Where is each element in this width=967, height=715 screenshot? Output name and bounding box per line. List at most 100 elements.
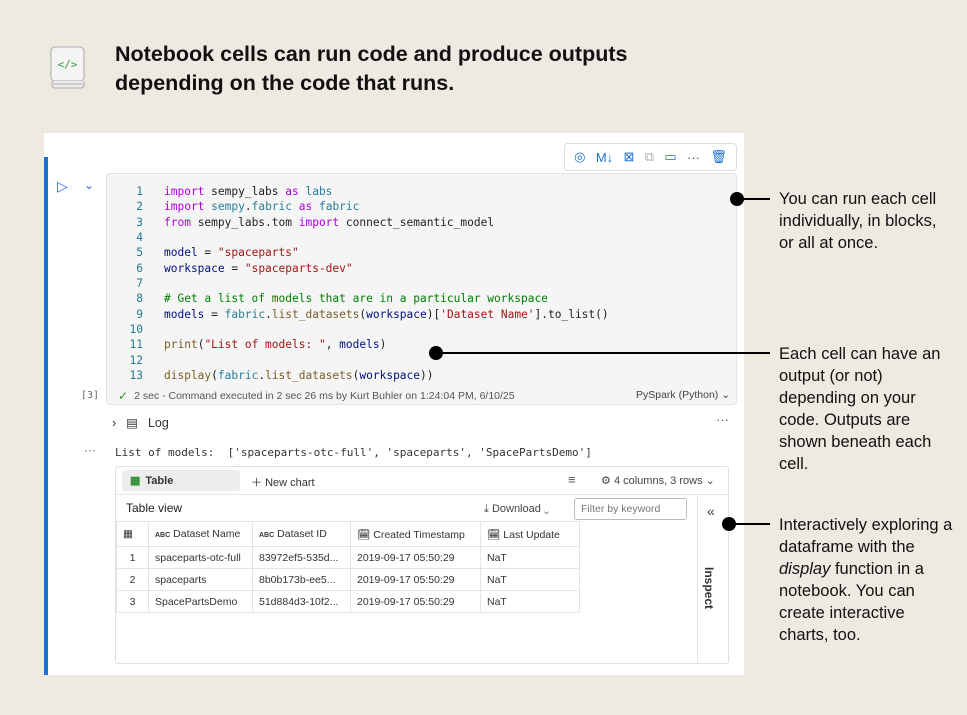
datetime-type-icon: 🗓	[357, 528, 371, 541]
code-token: as	[285, 185, 306, 198]
code-token: fabric	[318, 200, 360, 214]
code-line[interactable]: 9 models = fabric. list_datasets(workspace…	[107, 307, 609, 322]
row-index: 3	[116, 590, 149, 613]
grid-icon: ▦	[123, 528, 133, 540]
copilot-icon[interactable]: ◎	[574, 149, 585, 165]
tab-table-label: Table	[145, 474, 174, 487]
code-line[interactable]: 11 print("List of models: ", models)	[107, 337, 609, 352]
code-token: =	[204, 307, 225, 321]
line-number: 7	[136, 277, 143, 291]
column-header[interactable]: 🗓 Last Update	[480, 521, 580, 547]
output-more-icon[interactable]: ···	[84, 443, 96, 457]
code-line[interactable]: 8 # Get a list of models that are in a pa…	[107, 291, 609, 306]
code-line[interactable]: 1 import sempy_labs as labs	[107, 184, 609, 199]
double-chevron-left-icon[interactable]: «	[707, 503, 715, 519]
chevron-down-icon[interactable]: ⌄	[84, 178, 94, 192]
code-token: (	[211, 369, 218, 383]
download-button[interactable]: ⤓ Download ⌄	[484, 503, 549, 516]
code-token: ].to_list()	[534, 307, 609, 321]
annotation-outputs: Each cell can have an output (or not) de…	[779, 345, 941, 473]
table-icon: ▦	[130, 475, 141, 487]
annotation-line	[436, 352, 770, 354]
line-number: 12	[129, 353, 143, 367]
code-token: import	[298, 215, 346, 229]
log-label: Log	[147, 415, 169, 430]
language-selector[interactable]: PySpark (Python) ⌄	[636, 389, 730, 401]
tab-table[interactable]: ▦ Table	[122, 470, 240, 491]
code-token: fabric	[251, 200, 299, 214]
code-token: sempy_labs	[211, 185, 286, 198]
column-header[interactable]: 🗓 Created Timestamp	[350, 521, 481, 547]
row-index: 1	[116, 546, 149, 569]
code-token: models	[164, 307, 205, 321]
table-row[interactable]: 1 spaceparts-otc-full 83972ef5-535d... 2019…	[116, 546, 580, 569]
line-number: 11	[129, 338, 143, 352]
table-cell: SpacePartsDemo	[148, 590, 253, 613]
line-number: 10	[129, 323, 143, 337]
code-token: labs	[305, 185, 333, 198]
more-icon[interactable]: ···	[716, 412, 729, 427]
clear-output-icon[interactable]: ⊠	[624, 149, 635, 165]
comment-icon[interactable]: ▭	[664, 149, 676, 165]
line-number: 9	[136, 307, 143, 321]
delete-icon[interactable]: 🗑	[710, 149, 727, 165]
code-line[interactable]: 13 display(fabric. list_datasets(workspace…	[107, 368, 609, 383]
language-label: PySpark (Python)	[636, 389, 719, 401]
code-line[interactable]: 7	[107, 276, 609, 291]
code-line[interactable]: 12	[107, 353, 609, 368]
code-token: fabric	[217, 369, 259, 383]
code-line[interactable]: 2 import sempy. fabric as fabric	[107, 199, 609, 214]
code-line[interactable]: 10	[107, 322, 609, 337]
code-token: display	[164, 369, 212, 383]
text-type-icon: ABC	[259, 532, 275, 539]
table-cell: 83972ef5-535d...	[252, 546, 351, 569]
code-token: )	[379, 338, 387, 352]
columns-rows-settings[interactable]: ⚙ 4 columns, 3 rows ⌄	[601, 474, 715, 487]
code-token: ,	[325, 338, 340, 352]
datetime-type-icon: 🗓	[487, 528, 501, 541]
code-token: workspace	[164, 261, 225, 275]
status-text: 2 sec - Command executed in 2 sec 26 ms …	[134, 390, 515, 402]
table-cell: 8b0b173b-ee5...	[252, 568, 351, 591]
column-header[interactable]: ABC Dataset Name	[148, 521, 253, 547]
code-token: "List of models: "	[204, 338, 326, 352]
code-line[interactable]: 3 from sempy_labs.tom import connect_sema…	[107, 215, 609, 230]
code-token: workspace	[359, 369, 421, 383]
markdown-icon[interactable]: M↓	[596, 150, 613, 165]
code-token: (	[352, 369, 360, 383]
code-token: model	[164, 246, 198, 260]
code-line[interactable]: 5 model = "spaceparts"	[107, 245, 609, 260]
code-line[interactable]: 4	[107, 230, 609, 245]
copy-icon[interactable]: ⧉	[645, 149, 654, 165]
code-token: 'Dataset Name'	[440, 307, 535, 321]
table-cell: spaceparts-otc-full	[148, 546, 253, 569]
table-view-title: Table view	[126, 501, 183, 515]
table-cell: NaT	[480, 590, 580, 613]
table-row[interactable]: 3 SpacePartsDemo 51d884d3-10f2... 2019-09-1…	[116, 590, 580, 613]
code-token: sempy_labs.tom	[197, 215, 299, 229]
chevron-right-icon: ›	[112, 415, 117, 430]
annotation-run-cells: You can run each cell individually, in b…	[779, 190, 937, 252]
execution-count: [3]	[81, 390, 100, 401]
active-cell-indicator	[44, 157, 48, 675]
new-chart-button[interactable]: ＋ New chart	[251, 474, 315, 490]
filter-icon[interactable]: ≡	[568, 472, 576, 487]
code-token: from	[164, 215, 198, 229]
code-token: )[	[426, 307, 441, 321]
annotation-text: Interactively exploring a dataframe with…	[779, 516, 953, 556]
column-header[interactable]: ABC Dataset ID	[252, 521, 351, 547]
table-row[interactable]: 2 spaceparts 8b0b173b-ee5... 2019-09-17 05:…	[116, 568, 580, 591]
table-cell: NaT	[480, 546, 580, 569]
chevron-down-icon: ⌄	[705, 475, 715, 487]
code-editor[interactable]: 1 import sempy_labs as labs 2 import sempy.…	[106, 173, 737, 405]
filter-keyword-input[interactable]	[574, 498, 687, 520]
code-line[interactable]: 6 workspace = "spaceparts-dev"	[107, 261, 609, 276]
more-icon[interactable]: ···	[687, 150, 700, 165]
line-number: 13	[129, 369, 143, 383]
log-toggle[interactable]: › ▤ Log	[112, 415, 169, 431]
code-token: (	[359, 307, 367, 321]
annotation-line	[737, 198, 770, 200]
run-cell-button[interactable]: ▷	[57, 178, 68, 195]
line-number: 3	[136, 215, 143, 229]
code-token: # Get a list of models that are in a par…	[164, 292, 548, 306]
